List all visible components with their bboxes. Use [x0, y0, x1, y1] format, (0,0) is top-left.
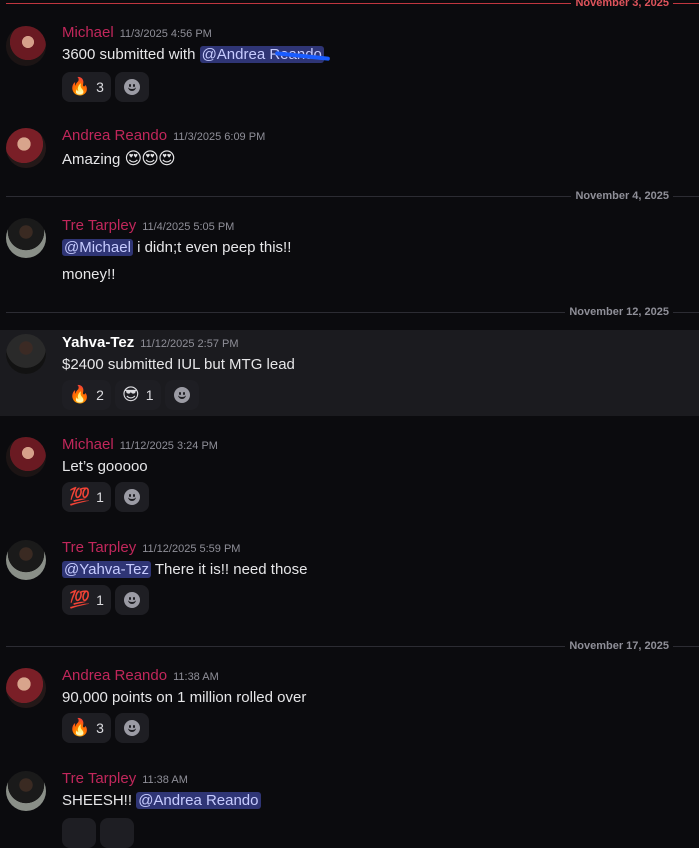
author-name[interactable]: Tre Tarpley	[62, 770, 136, 787]
message-item: Tre Tarpley 11:38 AM SHEESH!! @Andrea Rea…	[0, 768, 699, 848]
author-name[interactable]: Tre Tarpley	[62, 539, 136, 556]
message-item: Andrea Reando 11/3/2025 6:09 PM Amazing 😍…	[0, 125, 699, 185]
reaction-partial[interactable]	[62, 818, 96, 848]
avatar[interactable]	[6, 668, 46, 708]
date-divider-label: November 3, 2025	[571, 0, 673, 10]
message-text: 90,000 points on 1 million rolled over	[62, 689, 307, 706]
avatar[interactable]	[6, 218, 46, 258]
avatar[interactable]	[6, 437, 46, 477]
message-item: Andrea Reando 11:38 AM 90,000 points on 1…	[0, 665, 699, 749]
author-name[interactable]: Andrea Reando	[62, 667, 167, 684]
add-reaction-button[interactable]	[114, 482, 149, 512]
reaction-hundred[interactable]: 💯 1	[62, 585, 111, 615]
timestamp: 11:38 AM	[142, 774, 188, 786]
date-divider-label: November 12, 2025	[565, 305, 673, 319]
message-text: SHEESH!! @Andrea Reando	[62, 792, 261, 809]
timestamp: 11/3/2025 6:09 PM	[173, 131, 266, 143]
add-reaction-button[interactable]	[114, 713, 149, 743]
author-name[interactable]: Andrea Reando	[62, 127, 167, 144]
add-reaction-button[interactable]	[114, 585, 149, 615]
smiley-icon	[123, 489, 140, 505]
author-name[interactable]: Tre Tarpley	[62, 217, 136, 234]
emoji: 😍😍😍	[124, 149, 176, 168]
timestamp: 11/12/2025 2:57 PM	[140, 338, 239, 350]
message-text: money!!	[62, 266, 116, 283]
smiley-icon	[123, 720, 140, 736]
avatar[interactable]	[6, 334, 46, 374]
avatar[interactable]	[6, 540, 46, 580]
reaction-fire[interactable]: 🔥 3	[62, 72, 111, 102]
date-divider-label: November 4, 2025	[571, 189, 673, 203]
message-item: Yahva-Tez 11/12/2025 2:57 PM $2400 submit…	[0, 330, 699, 416]
avatar[interactable]	[6, 771, 46, 811]
message-text: @Michael i didn;t even peep this!!	[62, 239, 292, 256]
reaction-sunglasses[interactable]: 😎 1	[114, 380, 161, 410]
author-name[interactable]: Michael	[62, 436, 114, 453]
timestamp: 11/12/2025 3:24 PM	[119, 440, 218, 452]
mention[interactable]: @Michael	[62, 239, 133, 256]
smiley-icon	[123, 79, 140, 95]
date-divider: November 12, 2025	[6, 305, 699, 319]
reaction-fire[interactable]: 🔥 2	[62, 380, 111, 410]
add-reaction-button[interactable]	[114, 72, 149, 102]
mention[interactable]: @Yahva-Tez	[62, 561, 151, 578]
author-name[interactable]: Michael	[62, 24, 114, 41]
date-divider: November 3, 2025	[6, 0, 699, 10]
author-name[interactable]: Yahva-Tez	[62, 334, 134, 351]
add-reaction-button[interactable]	[164, 380, 199, 410]
message-item: Tre Tarpley 11/12/2025 5:59 PM @Yahva-Tez…	[0, 537, 699, 621]
message-item: Tre Tarpley 11/4/2025 5:05 PM @Michael i …	[0, 215, 699, 295]
add-reaction-button[interactable]	[100, 818, 134, 848]
smiley-icon	[173, 387, 190, 403]
timestamp: 11:38 AM	[173, 671, 219, 683]
message-item: Michael 11/12/2025 3:24 PM Let’s gooooo 💯…	[0, 434, 699, 518]
smiley-icon	[123, 592, 140, 608]
message-text: Amazing 😍😍😍	[62, 149, 176, 168]
message-text: $2400 submitted IUL but MTG lead	[62, 356, 295, 373]
timestamp: 11/3/2025 4:56 PM	[119, 28, 212, 40]
timestamp: 11/4/2025 5:05 PM	[142, 221, 235, 233]
date-divider: November 17, 2025	[6, 639, 699, 653]
reaction-hundred[interactable]: 💯 1	[62, 482, 111, 512]
message-text: Let’s gooooo	[62, 458, 148, 475]
avatar[interactable]	[6, 26, 46, 66]
date-divider-label: November 17, 2025	[565, 639, 673, 653]
date-divider: November 4, 2025	[6, 189, 699, 203]
message-item: Michael 11/3/2025 4:56 PM 3600 submitted …	[0, 22, 699, 106]
message-text: @Yahva-Tez There it is!! need those	[62, 561, 308, 578]
mention[interactable]: @Andrea Reando	[136, 792, 261, 809]
timestamp: 11/12/2025 5:59 PM	[142, 543, 241, 555]
avatar[interactable]	[6, 128, 46, 168]
reaction-fire[interactable]: 🔥 3	[62, 713, 111, 743]
